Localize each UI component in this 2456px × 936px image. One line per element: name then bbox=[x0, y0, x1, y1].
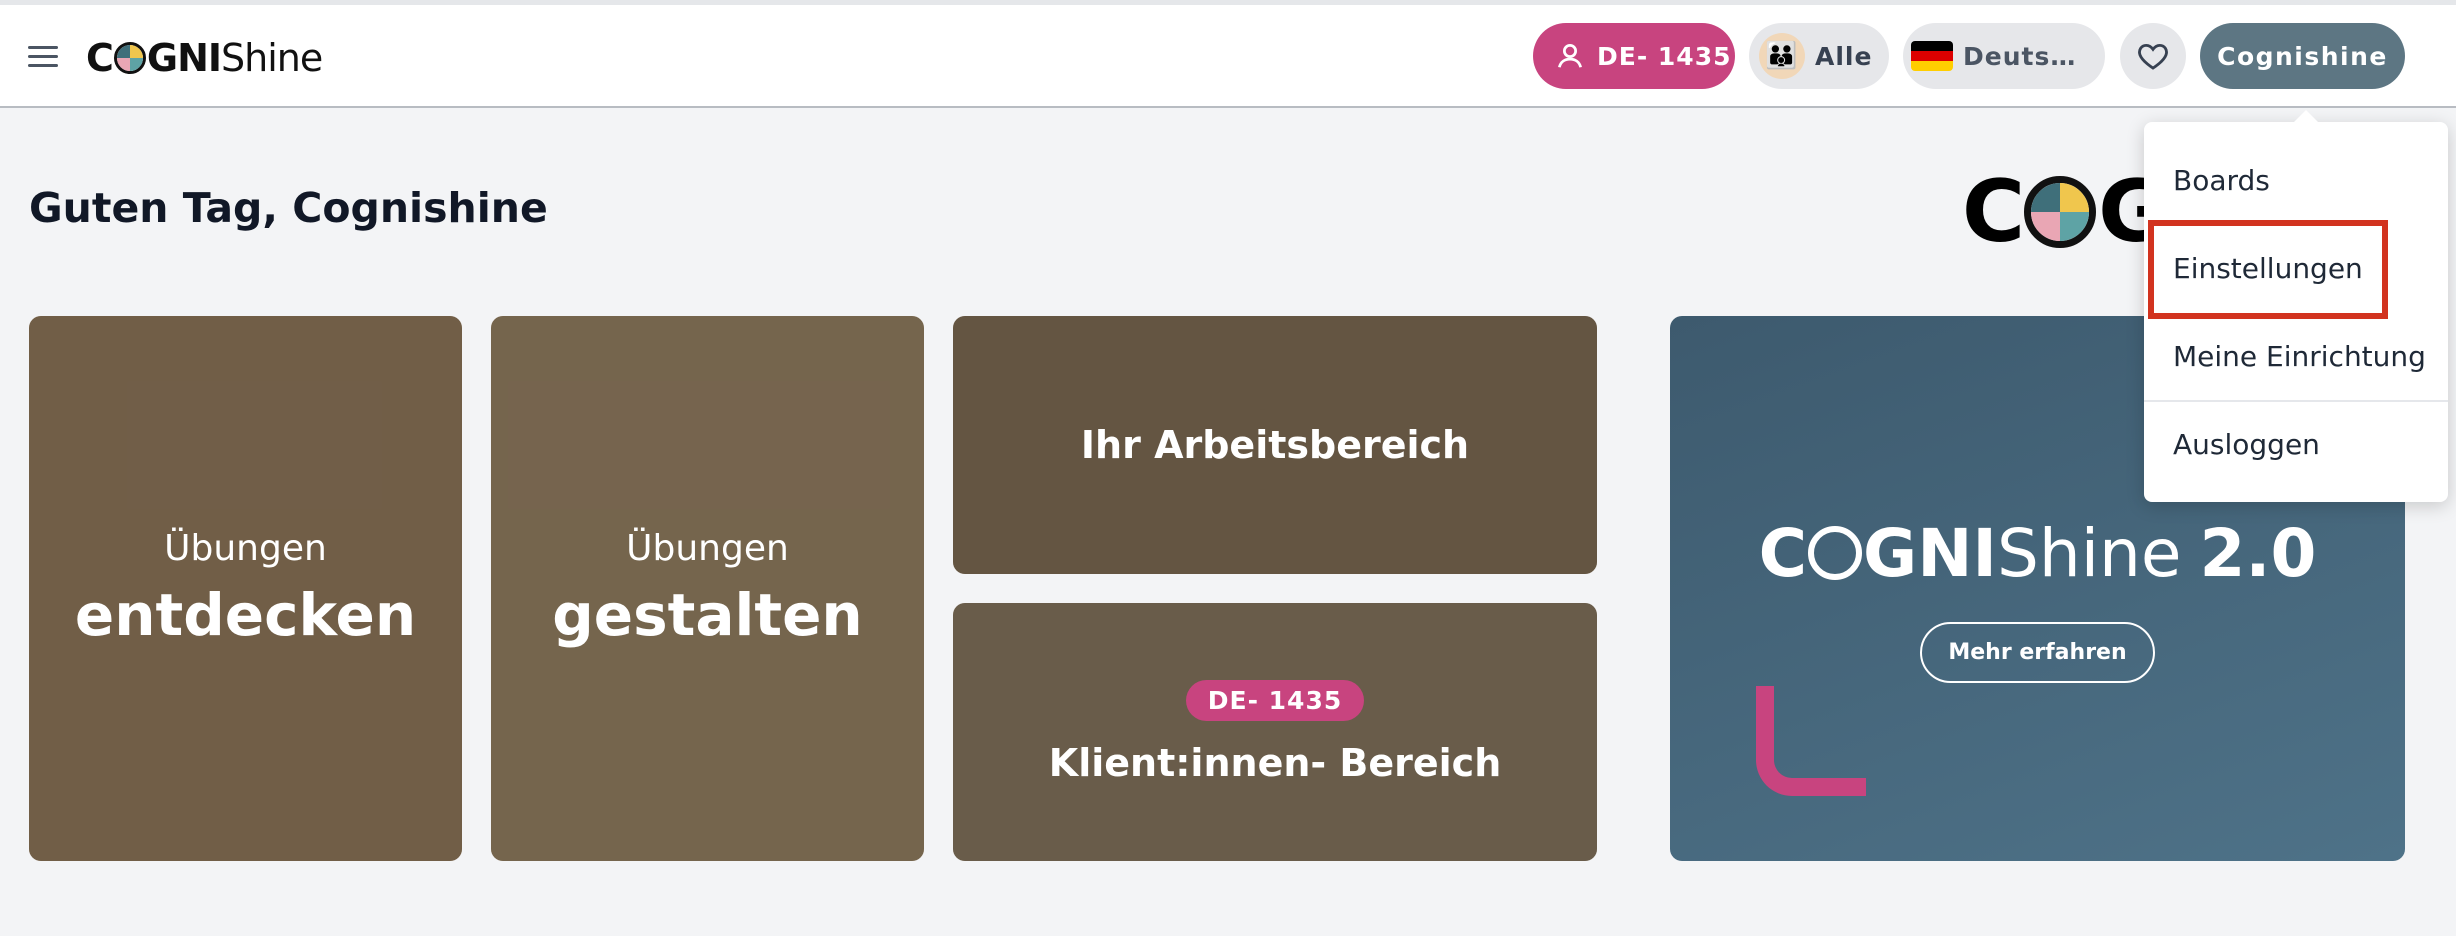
promo-logo-gni: GNI bbox=[1863, 514, 1997, 592]
card-main-label: entdecken bbox=[74, 581, 417, 649]
card-exercises-create[interactable]: Übungen gestalten bbox=[491, 316, 924, 861]
large-logo-o-icon bbox=[2024, 176, 2097, 248]
app-logo[interactable]: C GNI Shine bbox=[86, 33, 323, 83]
logo-o-icon bbox=[113, 42, 146, 74]
page-greeting: Guten Tag, Cognishine bbox=[29, 184, 548, 232]
card-exercises-discover[interactable]: Übungen entdecken bbox=[29, 316, 462, 861]
promo-logo: C GNI Shine 2.0 bbox=[1759, 515, 2317, 592]
learn-more-button[interactable]: Mehr erfahren bbox=[1920, 621, 2155, 683]
card-client-area[interactable]: DE- 1435 Klient:innen- Bereich bbox=[953, 603, 1597, 861]
menu-divider bbox=[2144, 400, 2448, 402]
card-sub-label: Übungen bbox=[164, 528, 327, 569]
client-badge: DE- 1435 bbox=[1185, 679, 1365, 721]
decorative-shape bbox=[1756, 686, 1866, 796]
heart-icon bbox=[2138, 43, 2168, 70]
german-flag-icon bbox=[1911, 41, 1953, 71]
language-selector-button[interactable]: Deuts… bbox=[1903, 23, 2105, 89]
language-pill-label: Deuts… bbox=[1963, 41, 2077, 71]
promo-logo-o-icon bbox=[1808, 526, 1863, 580]
menu-icon[interactable] bbox=[24, 42, 62, 72]
card-workspace-label: Ihr Arbeitsbereich bbox=[1080, 423, 1470, 467]
top-header: C GNI Shine DE- 1435 👪 Alle Deuts… Cogni… bbox=[0, 5, 2456, 108]
client-pill-label: DE- 1435 bbox=[1597, 41, 1732, 71]
promo-version: 2.0 bbox=[2199, 514, 2317, 592]
highlight-annotation bbox=[2148, 220, 2388, 319]
card-workspace[interactable]: Ihr Arbeitsbereich bbox=[953, 316, 1597, 574]
user-menu-button[interactable]: Cognishine bbox=[2200, 23, 2405, 89]
client-selector-button[interactable]: DE- 1435 bbox=[1533, 23, 1735, 89]
card-client-label: Klient:innen- Bereich bbox=[1048, 740, 1502, 785]
group-selector-button[interactable]: 👪 Alle bbox=[1749, 23, 1889, 89]
logo-text-gni: GNI bbox=[146, 36, 222, 80]
family-icon: 👪 bbox=[1759, 33, 1805, 79]
logo-text-shine: Shine bbox=[221, 36, 323, 80]
group-pill-label: Alle bbox=[1815, 41, 1873, 71]
favorites-button[interactable] bbox=[2120, 23, 2186, 89]
promo-logo-shine: Shine bbox=[1996, 514, 2182, 592]
logo-text-c: C bbox=[86, 36, 114, 80]
card-main-label: gestalten bbox=[552, 581, 863, 649]
menu-item-logout[interactable]: Ausloggen bbox=[2173, 428, 2320, 461]
menu-item-my-facility[interactable]: Meine Einrichtung bbox=[2173, 340, 2426, 373]
menu-item-boards[interactable]: Boards bbox=[2173, 164, 2270, 197]
large-logo-c: C bbox=[1962, 162, 2025, 262]
card-sub-label: Übungen bbox=[626, 528, 789, 569]
promo-logo-c: C bbox=[1758, 514, 1808, 592]
user-icon bbox=[1558, 44, 1582, 68]
